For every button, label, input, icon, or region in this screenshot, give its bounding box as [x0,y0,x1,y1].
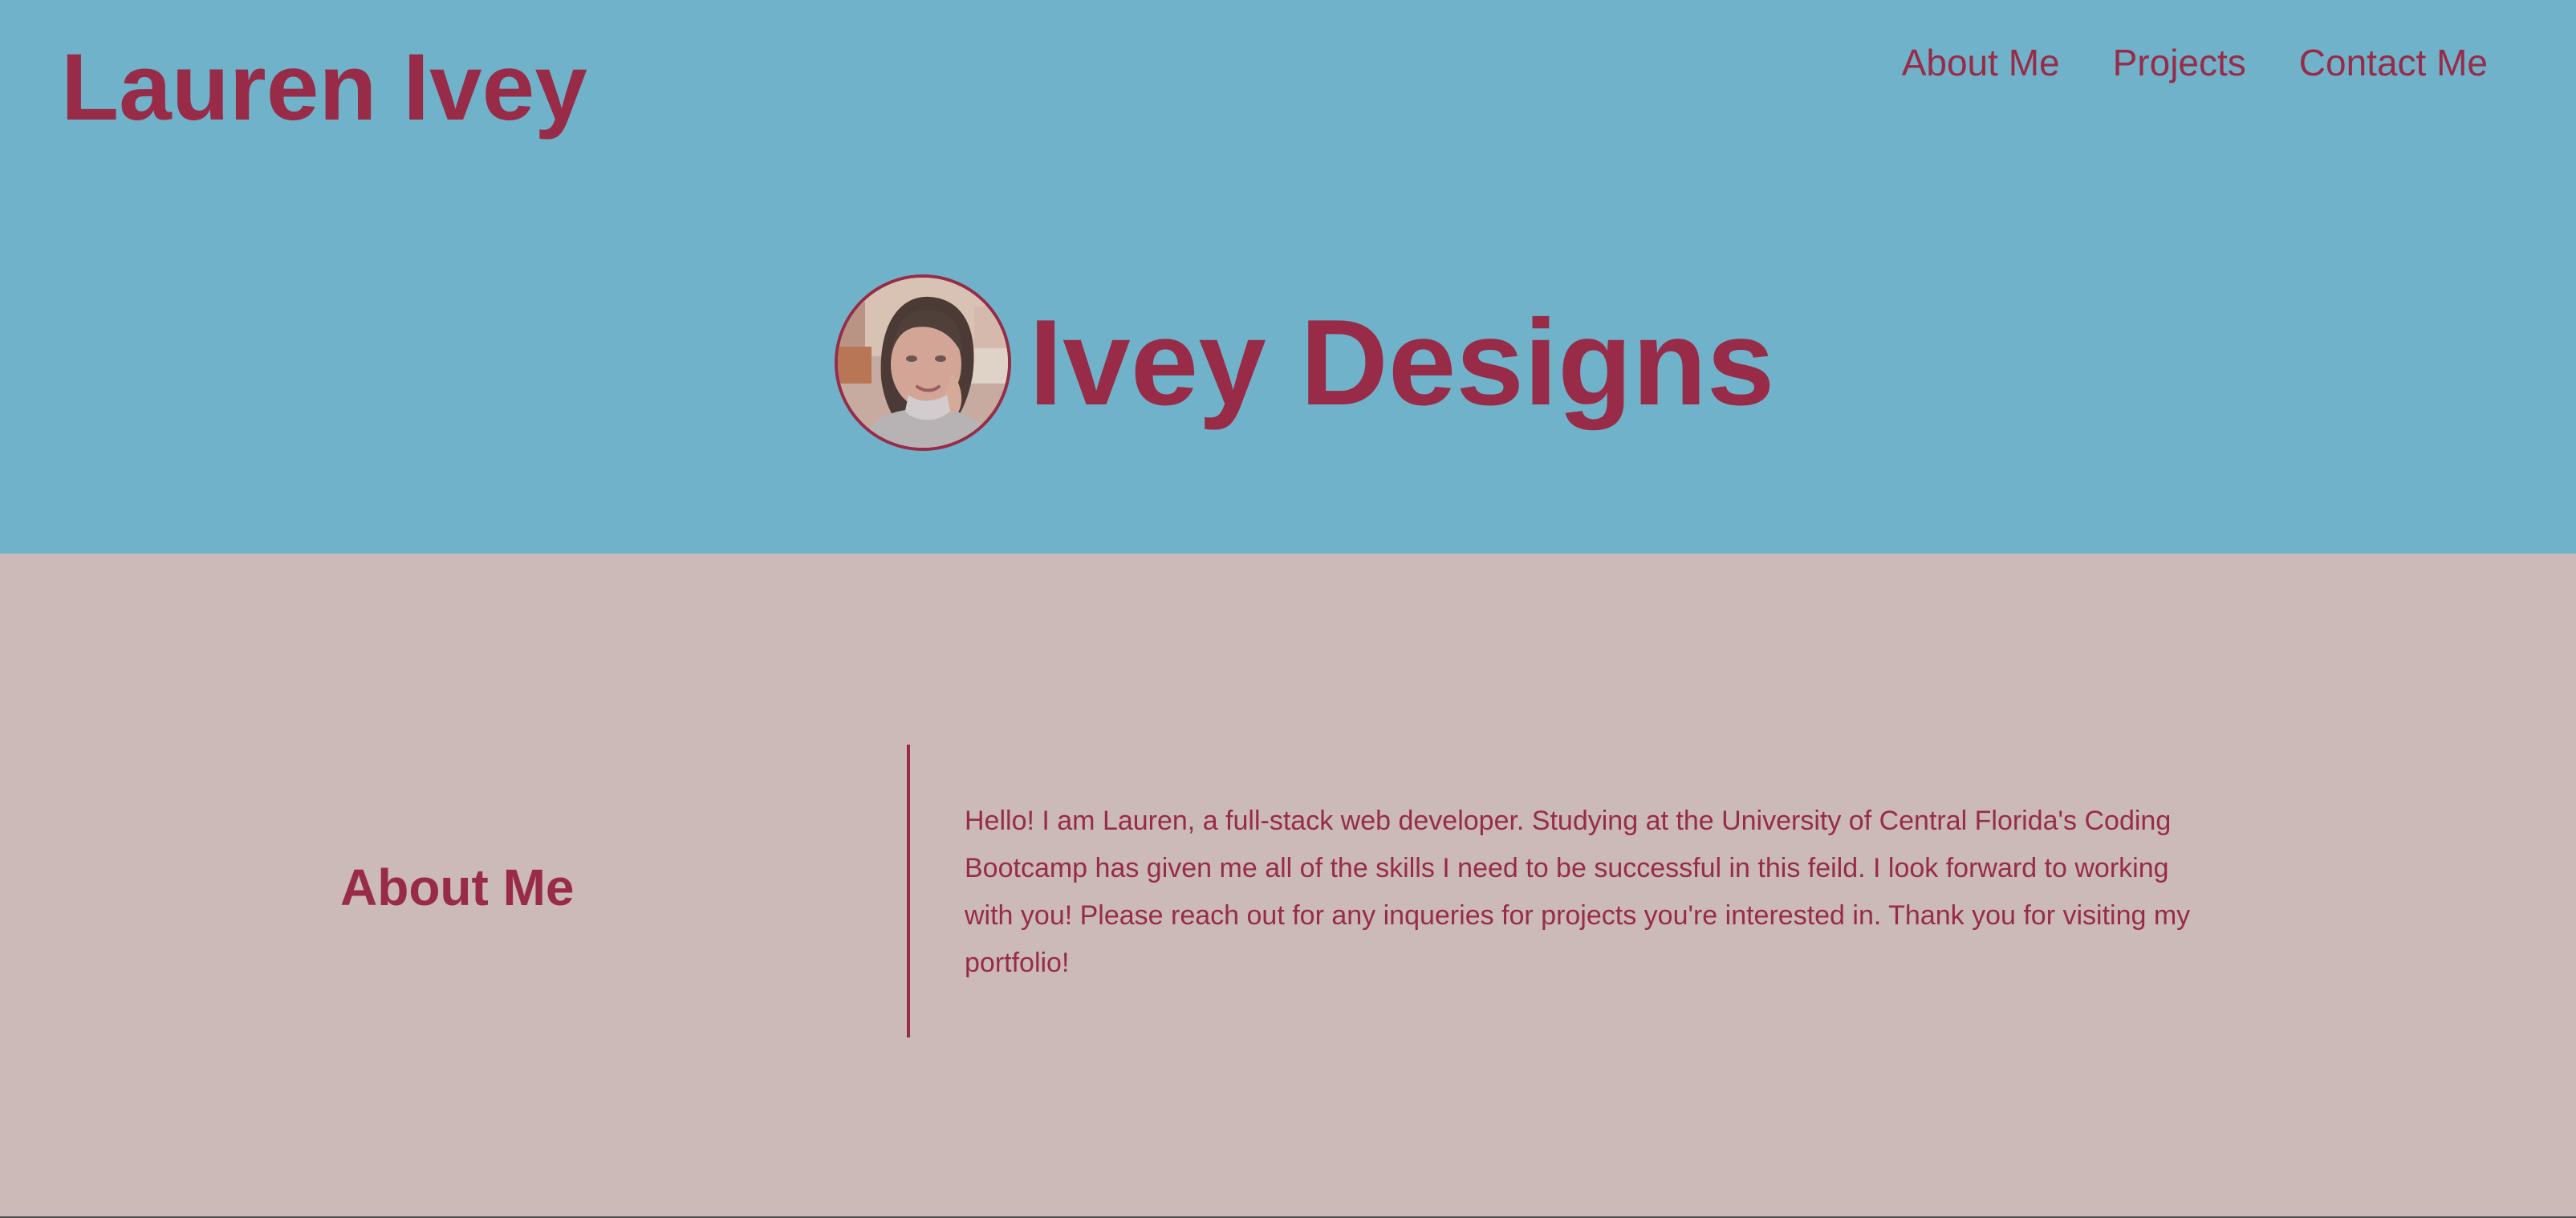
about-heading: About Me [340,859,575,916]
nav-link-contact-me[interactable]: Contact Me [2299,42,2488,83]
nav-link-projects[interactable]: Projects [2113,42,2246,83]
profile-photo-icon [838,278,1008,448]
hero-banner: Ivey Designs [835,274,1774,451]
site-title: Lauren Ivey [61,35,587,140]
vertical-divider [907,745,910,1037]
profile-avatar [835,274,1011,451]
main-navigation: About Me Projects Contact Me [1902,42,2488,83]
about-description: Hello! I am Lauren, a full-stack web dev… [965,806,2191,978]
hero-title: Ivey Designs [1029,294,1775,431]
header-section: Lauren Ivey About Me Projects Contact Me [0,0,2576,554]
nav-link-about-me[interactable]: About Me [1902,42,2060,83]
